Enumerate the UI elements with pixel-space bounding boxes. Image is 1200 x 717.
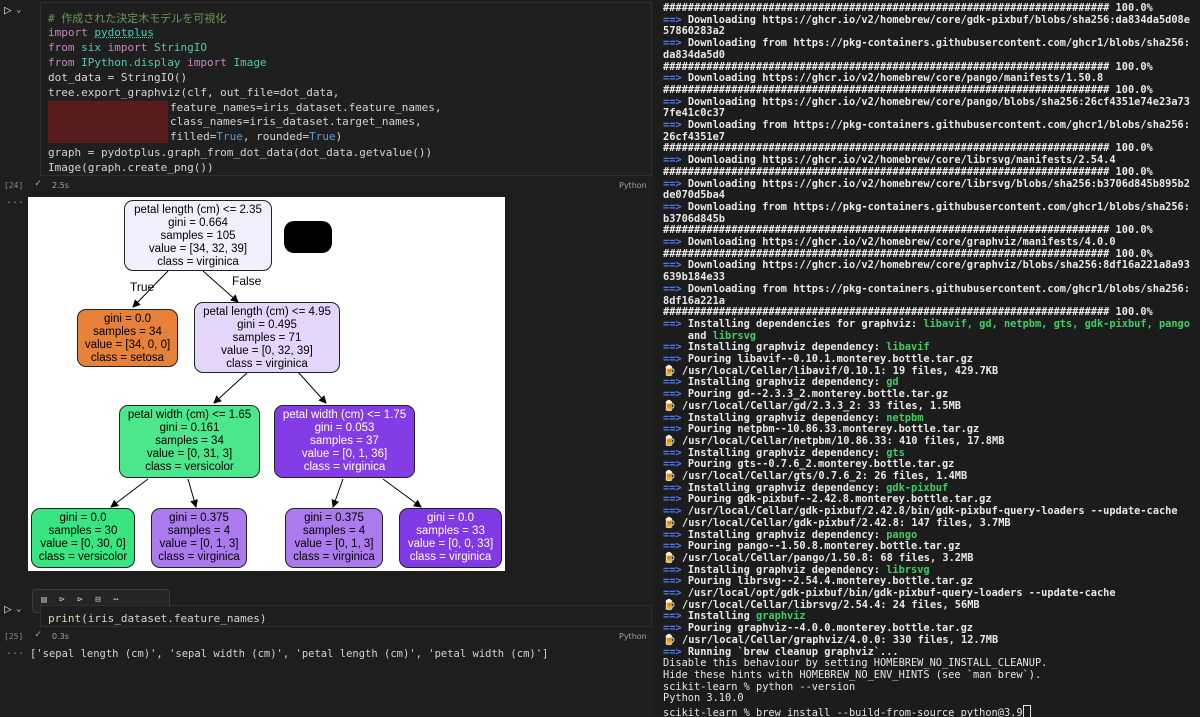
arrow-icon: ==> (663, 575, 688, 588)
arrow-icon: ==> (663, 493, 688, 506)
arrow-icon: ==> (663, 481, 688, 494)
arrow-icon: ==> (663, 119, 688, 131)
indent-guide-highlight (48, 101, 168, 143)
cell-language[interactable]: Python (619, 181, 647, 190)
arrow-icon: ==> (663, 200, 688, 213)
execution-count: [24] (4, 181, 24, 190)
tree-node-virginica-leaf-a: gini = 0.375 samples = 4 value = [0, 1, 3]… (151, 508, 247, 568)
edge-n3-right (187, 478, 198, 508)
arrow-icon: ==> (663, 458, 688, 471)
terminal-cursor (1022, 705, 1031, 717)
cell-2-output: ['sepal length (cm)', 'sepal width (cm)'… (30, 648, 549, 660)
arrow-icon: ==> (663, 177, 688, 190)
output-more-icon[interactable]: ... (6, 195, 24, 206)
arrow-icon: ==> (663, 95, 688, 108)
tree-node-root: petal length (cm) <= 2.35 gini = 0.664 sam… (124, 200, 272, 271)
code-line-7: feature_names=iris_dataset.feature_names… (170, 101, 442, 114)
edge-n3-left (110, 478, 149, 508)
beer-icon: 🍺 (663, 470, 683, 482)
run-cell-icon[interactable]: ▷ (4, 3, 12, 18)
code-line-5: dot_data = StringIO() (48, 71, 188, 84)
arrow-icon: ==> (663, 13, 688, 26)
arrow-icon: ==> (663, 317, 688, 330)
success-check-2-icon: ✓ (35, 629, 42, 640)
arrow-icon: ==> (663, 645, 688, 658)
decision-tree-image: True False petal length (cm) <= 2.35 gini… (28, 197, 505, 571)
code-line-9: filled=True, rounded=True) (170, 130, 343, 143)
code-line-11: Image(graph.create_png()) (48, 161, 214, 174)
beer-icon: 🍺 (663, 434, 683, 447)
terminal-line: ==> Downloading from https://pkg-contain… (663, 119, 1190, 131)
tree-node-virginica-leaf-c: gini = 0.0 samples = 33 value = [0, 0, 33]… (399, 508, 502, 568)
arrow-icon: ==> (663, 341, 688, 354)
code-line-4: from IPython.display import Image (48, 56, 267, 69)
arrow-icon: ==> (663, 505, 688, 518)
beer-icon: 🍺 (663, 633, 683, 646)
terminal-line: ==> Downloading from https://pkg-contain… (663, 282, 1190, 295)
arrow-icon: ==> (663, 282, 688, 295)
edge-n4-left (331, 478, 344, 508)
run-cell-2-icon[interactable]: ▷ (4, 602, 12, 617)
arrow-icon: ==> (663, 563, 688, 576)
code-line-6: tree.export_graphviz(clf, out_file=dot_d… (48, 86, 340, 99)
code-line-3: from six import StringIO (48, 41, 207, 54)
arrow-icon: ==> (663, 353, 688, 365)
notebook-panel: ▷ ⌄ # 作成された決定木モデルを可視化 import pydotplus f… (0, 0, 653, 717)
terminal-line: scikit-learn % brew install --build-from… (663, 705, 1031, 717)
tree-node-petal-width-175: petal width (cm) <= 1.75 gini = 0.053 samp… (274, 405, 415, 478)
arrow-icon: ==> (663, 540, 688, 553)
arrow-icon: ==> (663, 154, 688, 167)
code-comment: # 作成された決定木モデルを可視化 (48, 12, 227, 25)
code-line-8: class_names=iris_dataset.target_names, (170, 115, 422, 128)
arrow-icon: ==> (663, 388, 688, 401)
terminal-line: ==> Downloading https://ghcr.io/v2/homeb… (663, 177, 1190, 190)
execution-time-2: 0.3s (52, 632, 69, 641)
arrow-icon: ==> (663, 259, 688, 272)
beer-icon: 🍺 (663, 399, 683, 412)
cell-language-2[interactable]: Python (619, 632, 647, 641)
run-options-chevron-icon[interactable]: ⌄ (16, 5, 21, 15)
tree-node-virginica-leaf-b: gini = 0.375 samples = 4 value = [0, 1, 3]… (285, 508, 383, 568)
beer-icon: 🍺 (663, 598, 683, 611)
tree-node-setosa-leaf: gini = 0.0 samples = 34 value = [34, 0, 0]… (77, 309, 178, 367)
arrow-icon: ==> (663, 587, 688, 599)
edge-label-true: True (130, 280, 155, 294)
execution-count-2: [25] (4, 632, 24, 641)
beer-icon: 🍺 (663, 551, 683, 564)
arrow-icon: ==> (663, 37, 688, 50)
arrow-icon: ==> (663, 236, 688, 248)
edge-label-false: False (232, 274, 262, 288)
arrow-icon: ==> (663, 622, 688, 635)
terminal-panel[interactable]: ########################################… (653, 0, 1200, 717)
code-line-10: graph = pydotplus.graph_from_dot_data(do… (48, 146, 433, 159)
arrow-icon: ==> (663, 411, 688, 424)
edge-n2-left (213, 371, 249, 404)
arrow-icon: ==> (663, 376, 688, 389)
code-cell-2-line: print(iris_dataset.feature_names) (48, 612, 267, 625)
output-more-2-icon[interactable]: ... (6, 646, 24, 657)
terminal-line: ==> Downloading from https://pkg-contain… (663, 37, 1190, 50)
beer-icon: 🍺 (663, 516, 683, 529)
redaction-box (284, 221, 332, 253)
arrow-icon: ==> (663, 72, 688, 85)
code-line-2: import pydotplus (48, 26, 154, 39)
arrow-icon: ==> (663, 423, 688, 436)
arrow-icon: ==> (663, 446, 688, 459)
tree-node-versicolor-leaf: gini = 0.0 samples = 30 value = [0, 30, 0]… (31, 508, 135, 568)
terminal-line: ==> Downloading https://ghcr.io/v2/homeb… (663, 13, 1190, 26)
tree-node-petal-width-165: petal width (cm) <= 1.65 gini = 0.161 samp… (119, 405, 260, 478)
beer-icon: 🍺 (663, 364, 683, 377)
tree-node-petal-length-split: petal length (cm) <= 4.95 gini = 0.495 sam… (194, 302, 340, 373)
edge-n2-right (297, 371, 327, 404)
terminal-line: ==> Downloading https://ghcr.io/v2/homeb… (663, 259, 1190, 272)
terminal-line: ==> Downloading https://ghcr.io/v2/homeb… (663, 95, 1190, 108)
terminal-line: Python 3.10.0 (663, 692, 744, 705)
execution-time: 2.5s (52, 181, 69, 190)
run-options-2-chevron-icon[interactable]: ⌄ (16, 604, 21, 614)
terminal-line: ==> Downloading from https://pkg-contain… (663, 200, 1190, 213)
arrow-icon: ==> (663, 528, 688, 541)
arrow-icon: ==> (663, 610, 688, 623)
edge-n4-right (382, 478, 422, 508)
success-check-icon: ✓ (35, 178, 42, 189)
